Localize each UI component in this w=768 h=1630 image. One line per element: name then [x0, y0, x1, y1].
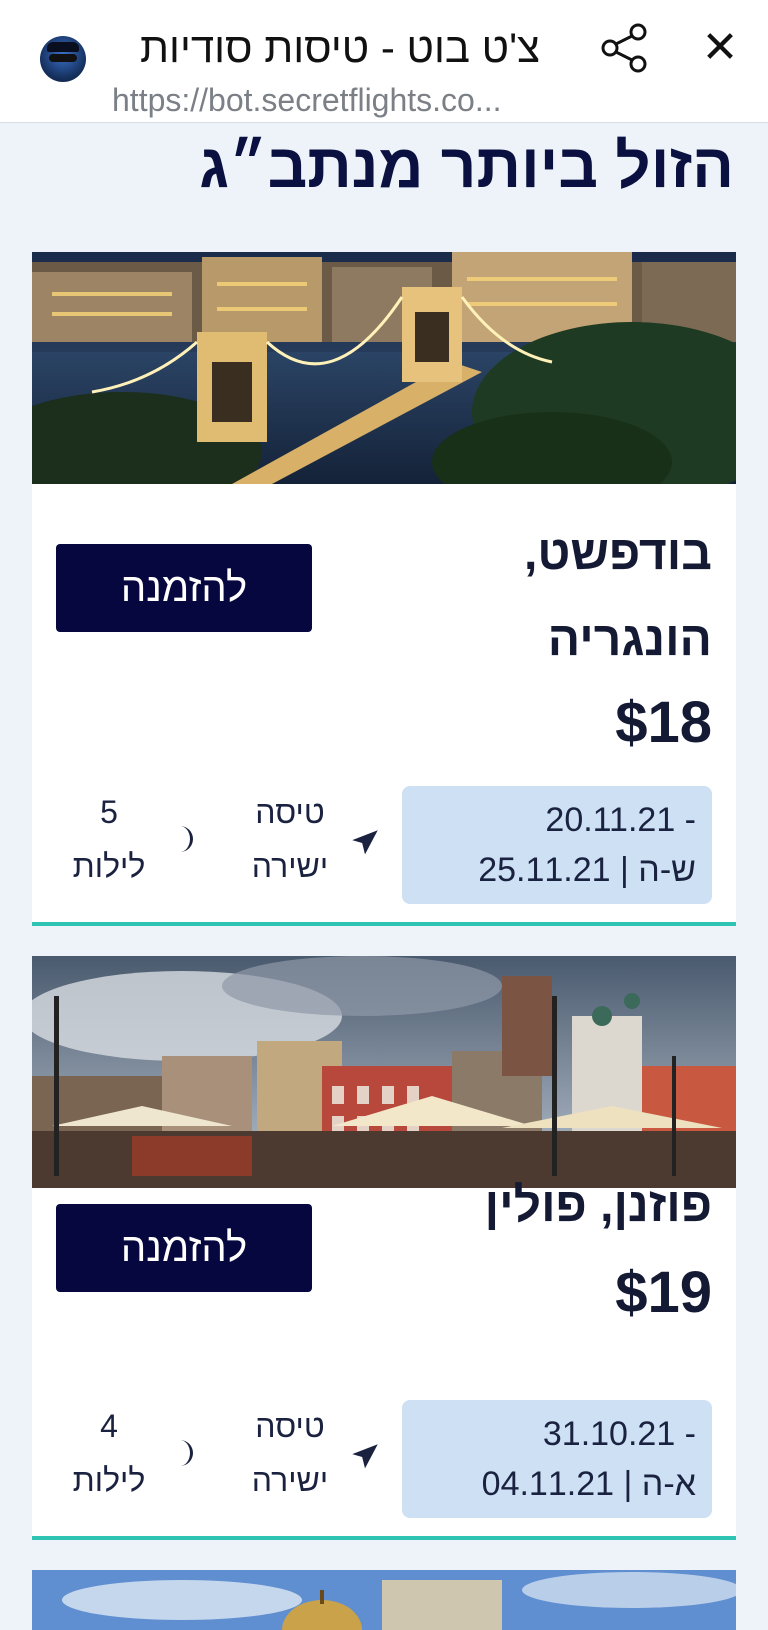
days-range: ש-ה — [638, 851, 696, 889]
deal-card: בודפשט, הונגריה $18 להזמנה 20.11.21 - ש-… — [32, 252, 736, 926]
flight-type: טיסה ישירה — [232, 786, 382, 896]
deal-card: פוזנן, פולין $19 להזמנה 31.10.21 - א-ה |… — [32, 956, 736, 1540]
nights-label: לילות — [72, 1462, 146, 1498]
flight-type-label: טיסה — [255, 1408, 325, 1444]
dates-end: ש-ה | 25.11.21 — [406, 844, 696, 896]
destination-country: הונגריה — [547, 613, 712, 666]
dates-start: 20.11.21 - — [545, 801, 696, 839]
price: $19 — [615, 1260, 712, 1325]
browser-top-bar: צ'ט בוט - טיסות סודיות https://bot.secre… — [0, 0, 768, 123]
airplane-icon — [348, 1440, 382, 1474]
moon-icon — [172, 824, 198, 854]
page-title: צ'ט בוט - טיסות סודיות — [140, 24, 540, 71]
flight-type-label: טיסה — [255, 794, 325, 830]
days-range: א-ה — [641, 1465, 696, 1503]
separator: | — [610, 851, 629, 889]
share-icon[interactable] — [600, 22, 650, 74]
flight-type-direct: ישירה — [251, 848, 329, 884]
flight-type-direct: ישירה — [251, 1462, 329, 1498]
nights-info: 5 לילות — [54, 786, 204, 896]
end-date: 04.11.21 — [481, 1465, 615, 1503]
destination-name: בודפשט, — [523, 527, 712, 580]
moon-icon — [172, 1438, 198, 1468]
airplane-icon — [348, 826, 382, 860]
bot-avatar-icon — [40, 36, 86, 82]
section-heading: הזול ביותר מנתב״ג — [199, 132, 734, 201]
nights-count: 5 — [100, 794, 118, 830]
dates-end: א-ה | 04.11.21 — [406, 1458, 696, 1510]
book-button[interactable]: להזמנה — [56, 544, 312, 632]
deal-card-partial — [32, 1570, 736, 1630]
nights-info: 4 לילות — [54, 1400, 204, 1510]
end-date: 25.11.21 — [478, 851, 611, 889]
chain-bridge-night-photo — [32, 252, 736, 484]
flight-type: טיסה ישירה — [232, 1400, 382, 1510]
destination-photo — [32, 1570, 736, 1630]
dates-box: 20.11.21 - ש-ה | 25.11.21 — [402, 786, 712, 904]
nights-count: 4 — [100, 1408, 118, 1444]
nights-label: לילות — [72, 848, 146, 884]
old-town-square-photo — [32, 956, 736, 1188]
url-text[interactable]: https://bot.secretflights.co... — [112, 80, 582, 120]
price: $18 — [615, 690, 712, 755]
close-icon[interactable]: ✕ — [698, 26, 742, 70]
dates-box: 31.10.21 - א-ה | 04.11.21 — [402, 1400, 712, 1518]
destination-name: פוזנן, פולין — [484, 1179, 712, 1232]
book-button[interactable]: להזמנה — [56, 1204, 312, 1292]
dates-start: 31.10.21 - — [542, 1415, 696, 1453]
separator: | — [614, 1465, 633, 1503]
